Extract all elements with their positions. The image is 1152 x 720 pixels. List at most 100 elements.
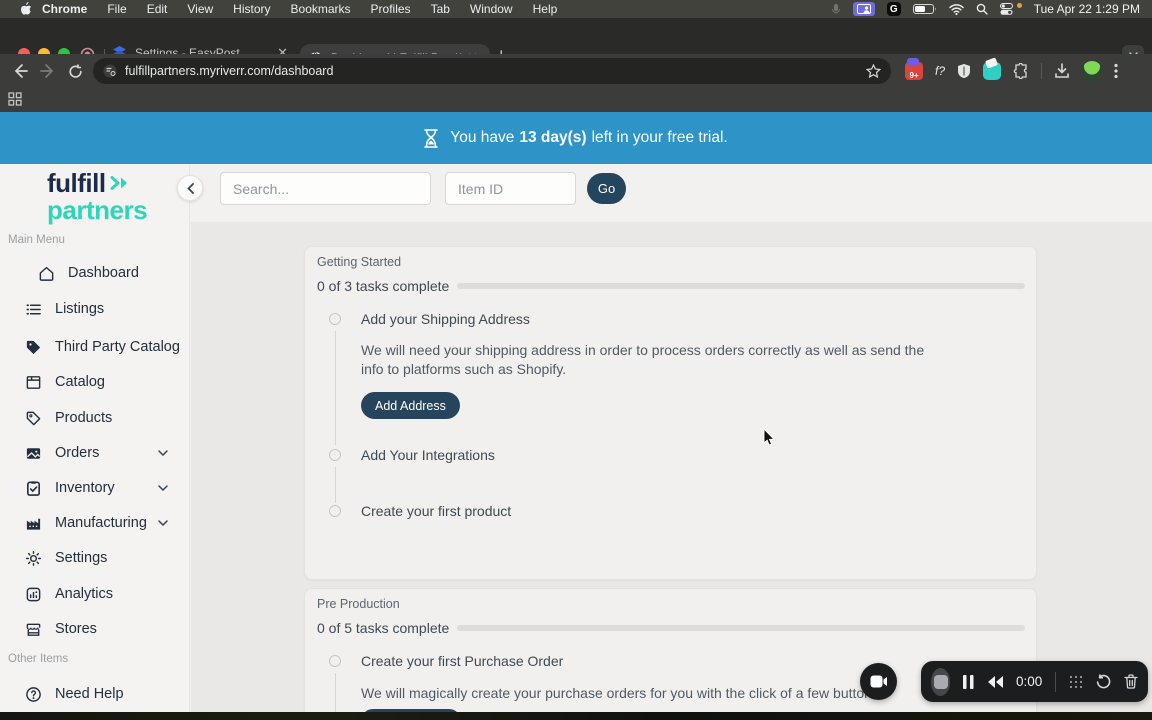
- recording-timer: 0:00: [1016, 674, 1043, 689]
- hourglass-icon: [424, 128, 439, 148]
- sidebar-item-listings[interactable]: Listings: [0, 296, 190, 322]
- forward-button[interactable]: [40, 63, 56, 79]
- chevron-down-icon: [158, 450, 168, 456]
- extensions-puzzle-icon[interactable]: [1013, 63, 1029, 79]
- sidebar-item-products[interactable]: Products: [0, 405, 190, 431]
- redo-recording-icon[interactable]: [1096, 674, 1111, 689]
- fulfill-partners-app: Main Menu Dashboard Listings Third Party…: [0, 164, 1152, 712]
- apps-grid-icon[interactable]: [8, 92, 22, 106]
- task-label[interactable]: Add Your Integrations: [361, 447, 495, 463]
- toolbar-separator: [1041, 63, 1043, 79]
- mouse-cursor: [763, 428, 776, 447]
- bookmarks-bar: [0, 88, 1152, 112]
- spotlight-search-icon[interactable]: [976, 3, 988, 15]
- extension-shield-icon[interactable]: [957, 63, 971, 79]
- gear-icon: [25, 550, 42, 567]
- back-button[interactable]: [12, 63, 28, 79]
- recorder-camera-button[interactable]: [860, 663, 897, 700]
- dim-status-icon: [831, 3, 841, 15]
- card-title: Getting Started: [317, 255, 402, 269]
- g-hub-icon[interactable]: G: [886, 2, 901, 16]
- recorder-controls: 0:00: [921, 661, 1148, 702]
- sidebar-collapse-button[interactable]: [177, 175, 203, 201]
- screen-sharing-icon[interactable]: [852, 2, 875, 16]
- menu-help[interactable]: Help: [523, 2, 568, 16]
- bookmark-star-icon[interactable]: [866, 63, 881, 79]
- banner-text: left in your free trial.: [591, 129, 728, 146]
- image-icon: [25, 445, 42, 462]
- sidebar-item-settings[interactable]: Settings: [0, 545, 190, 571]
- task-checkbox[interactable]: [329, 505, 341, 517]
- extension-badge-icon[interactable]: 9+: [905, 58, 923, 80]
- clipboard-check-icon: [25, 480, 42, 497]
- list-icon: [25, 301, 42, 318]
- chrome-menu-icon[interactable]: [1114, 63, 1118, 79]
- sidebar-item-analytics[interactable]: Analytics: [0, 581, 190, 607]
- menu-profiles[interactable]: Profiles: [361, 2, 421, 16]
- task-label[interactable]: Add your Shipping Address: [361, 311, 530, 327]
- chevron-down-icon: [158, 485, 168, 491]
- chrome-tab-strip: Settings - EasyPost ✕ Dashboard | Fulfil…: [0, 18, 1152, 72]
- sidebar-item-manufacturing[interactable]: Manufacturing: [0, 510, 190, 536]
- sidebar-item-orders[interactable]: Orders: [0, 440, 190, 466]
- question-circle-icon: [25, 686, 42, 703]
- sidebar-section-other: Other Items: [8, 653, 69, 665]
- menu-view[interactable]: View: [177, 2, 223, 16]
- url-text[interactable]: fulfillpartners.myriverr.com/dashboard: [125, 64, 866, 78]
- menu-tab[interactable]: Tab: [421, 2, 460, 16]
- site-info-icon[interactable]: [103, 64, 117, 78]
- control-center-icon[interactable]: [999, 3, 1013, 15]
- sidebar-item-inventory[interactable]: Inventory: [0, 475, 190, 501]
- task-checkbox[interactable]: [329, 313, 341, 325]
- extension-f-icon[interactable]: f?: [935, 64, 945, 78]
- add-address-button[interactable]: Add Address: [361, 392, 460, 419]
- menubar-clock[interactable]: Tue Apr 22 1:29 PM: [1034, 2, 1140, 16]
- notification-dot: [1016, 2, 1022, 8]
- card-title: Pre Production: [317, 597, 400, 611]
- restart-recording-icon[interactable]: [987, 675, 1004, 688]
- downloads-icon[interactable]: [1054, 63, 1070, 79]
- apple-icon[interactable]: [20, 2, 32, 16]
- menu-chrome[interactable]: Chrome: [32, 2, 97, 16]
- task-label[interactable]: Create your first product: [361, 503, 511, 519]
- storefront-icon: [25, 621, 42, 638]
- task-checkbox[interactable]: [329, 449, 341, 461]
- menu-bookmarks[interactable]: Bookmarks: [281, 2, 361, 16]
- task-label[interactable]: Create your first Purchase Order: [361, 653, 563, 669]
- sidebar-item-third-party-catalog[interactable]: Third Party Catalog: [0, 334, 190, 360]
- trash-icon[interactable]: [1124, 674, 1138, 689]
- tag-outline-icon: [25, 410, 42, 427]
- search-input[interactable]: [220, 172, 431, 205]
- task-checkbox[interactable]: [329, 655, 341, 667]
- extension-teal-icon[interactable]: [983, 62, 1002, 80]
- sidebar-item-stores[interactable]: Stores: [0, 616, 190, 642]
- profile-avatar[interactable]: [1082, 61, 1103, 81]
- task-description: We will need your shipping address in or…: [361, 342, 925, 377]
- reload-button[interactable]: [68, 64, 83, 79]
- stop-recording-button[interactable]: [931, 667, 951, 696]
- logo-arrow-icon: [110, 175, 130, 191]
- progress-bar: [457, 625, 1025, 631]
- progress-bar: [457, 283, 1025, 289]
- sidebar-item-dashboard[interactable]: Dashboard: [0, 260, 190, 286]
- battery-icon[interactable]: [912, 3, 937, 15]
- address-bar[interactable]: fulfillpartners.myriverr.com/dashboard: [93, 58, 891, 84]
- go-button[interactable]: Go: [587, 173, 626, 204]
- task-description: We will magically create your purchase o…: [361, 685, 883, 701]
- wifi-icon[interactable]: [948, 3, 964, 15]
- menu-file[interactable]: File: [97, 2, 136, 16]
- sidebar-item-catalog[interactable]: Catalog: [0, 369, 190, 395]
- item-id-input[interactable]: [445, 172, 576, 205]
- recorder-separator: [1055, 671, 1056, 692]
- sidebar-section-main: Main Menu: [8, 234, 65, 246]
- factory-icon: [25, 515, 42, 532]
- logo-word-1: fulfill: [47, 168, 106, 198]
- drag-handle-icon[interactable]: [1069, 675, 1083, 689]
- sidebar-item-need-help[interactable]: Need Help: [0, 681, 190, 707]
- menu-history[interactable]: History: [223, 2, 280, 16]
- pause-recording-icon[interactable]: [963, 674, 974, 689]
- bar-chart-icon: [25, 586, 42, 603]
- sidebar: Main Menu Dashboard Listings Third Party…: [0, 164, 190, 712]
- menu-edit[interactable]: Edit: [137, 2, 178, 16]
- menu-window[interactable]: Window: [460, 2, 523, 16]
